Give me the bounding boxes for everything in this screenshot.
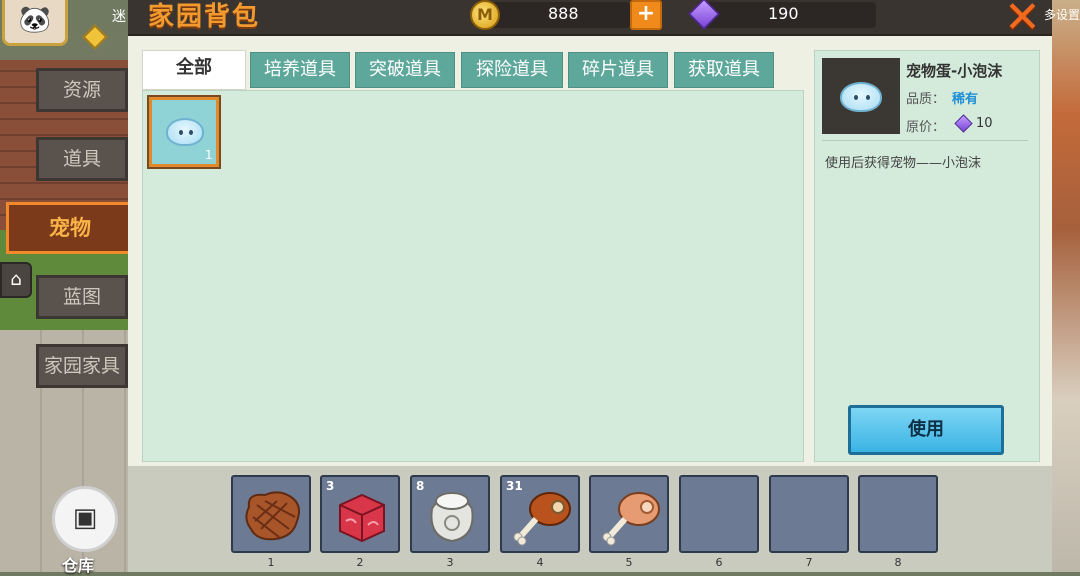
price-label: 原价：: [906, 120, 946, 135]
bubble-pet-icon: [840, 82, 882, 112]
hotbar-slot[interactable]: [858, 475, 938, 553]
home-icon[interactable]: ⌂: [0, 262, 32, 298]
hotbar-slot-count: 31: [506, 479, 523, 493]
roast-leg-icon: [513, 492, 571, 546]
item-description: 使用后获得宠物——小泡沫: [825, 156, 982, 171]
left-tab-items[interactable]: 道具: [36, 137, 128, 181]
warehouse-button[interactable]: ▣: [52, 486, 118, 552]
hotbar-slot-number: 4: [536, 556, 544, 569]
ham-leg-icon: [602, 492, 660, 546]
tab-training[interactable]: 培养道具: [250, 52, 350, 88]
warehouse-icon: ▣: [72, 503, 98, 533]
add-currency-button[interactable]: +: [630, 0, 662, 30]
warehouse-label: 仓库: [62, 556, 95, 575]
gem-amount: 190: [768, 4, 799, 23]
left-tab-furniture[interactable]: 家园家具: [36, 344, 128, 388]
item-name: 宠物蛋-小泡沫: [906, 62, 1003, 80]
bubble-pet-egg-icon: [166, 118, 204, 146]
hotbar-slot-number: 6: [715, 556, 723, 569]
tab-breakthrough[interactable]: 突破道具: [355, 52, 455, 88]
player-avatar[interactable]: 🐼: [2, 0, 68, 46]
flour-sack-icon: [430, 492, 474, 543]
tab-fragments[interactable]: 碎片道具: [568, 52, 668, 88]
level-badge-icon: [82, 24, 108, 50]
item-detail-image: [822, 58, 900, 134]
price-value: 10: [976, 116, 993, 131]
coin-amount: 888: [548, 4, 579, 23]
hotbar-slot-number: 2: [356, 556, 364, 569]
tab-all[interactable]: 全部: [142, 50, 246, 90]
quality-value: 稀有: [952, 92, 979, 107]
inventory-grid: [142, 90, 804, 462]
coin-icon: M: [470, 0, 500, 30]
hotbar-slot-number: 5: [625, 556, 633, 569]
tab-adventure[interactable]: 探险道具: [461, 52, 563, 88]
raw-meat-icon: [339, 493, 385, 543]
hotbar-slot-number: 1: [267, 556, 275, 569]
left-tab-pets[interactable]: 宠物: [6, 202, 134, 254]
hotbar-slot[interactable]: [679, 475, 759, 553]
player-name: 迷: [112, 9, 126, 25]
detail-divider: [822, 140, 1028, 141]
slot-count: 1: [205, 148, 213, 162]
settings-hint: 多设置: [1044, 8, 1080, 22]
quality-label: 品质：: [906, 92, 946, 107]
use-button[interactable]: 使用: [848, 405, 1004, 455]
tab-acquire[interactable]: 获取道具: [674, 52, 774, 88]
page-title: 家园背包: [148, 2, 261, 32]
hotbar-slot-count: 3: [326, 479, 335, 493]
steak-icon: [245, 491, 300, 541]
hotbar-slot-number: 8: [894, 556, 902, 569]
hotbar-slot-number: 7: [805, 556, 813, 569]
hotbar-slot-count: 8: [416, 479, 425, 493]
hotbar-slot[interactable]: [231, 475, 311, 553]
left-tab-resources[interactable]: 资源: [36, 68, 128, 112]
hotbar-slot[interactable]: [769, 475, 849, 553]
hotbar-slot-number: 3: [446, 556, 454, 569]
left-tab-blueprints[interactable]: 蓝图: [36, 275, 128, 319]
hotbar-slot[interactable]: [589, 475, 669, 553]
